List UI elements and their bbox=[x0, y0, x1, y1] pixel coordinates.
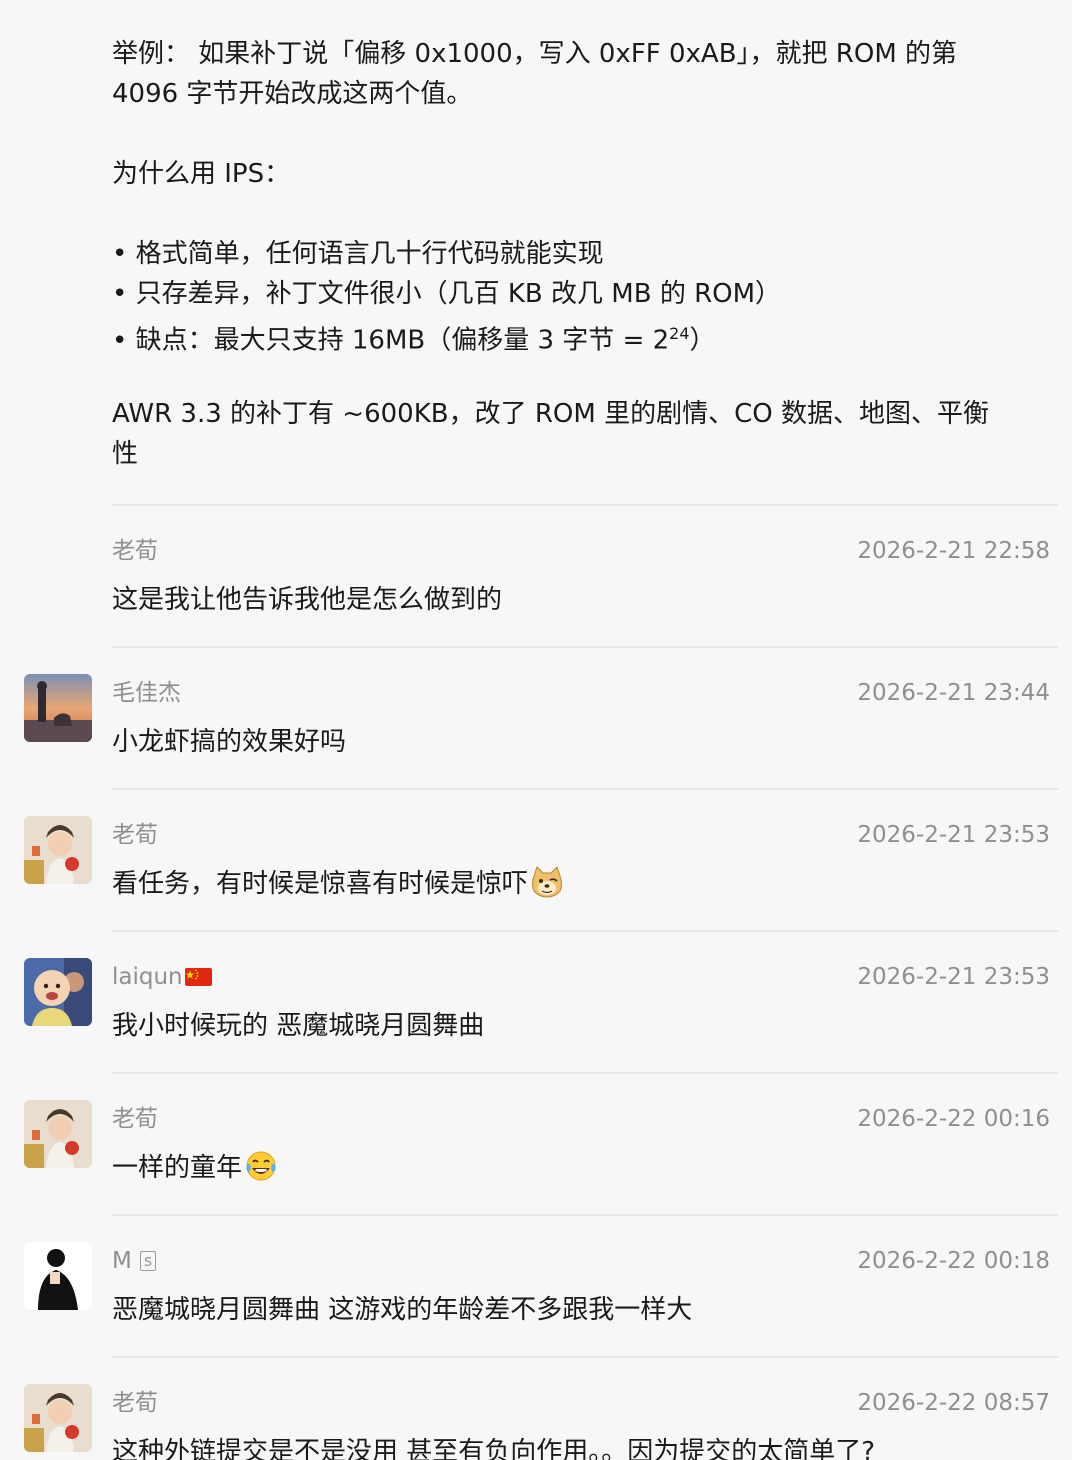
comment-text: 看任务，有时候是惊喜有时候是惊吓 bbox=[112, 866, 564, 908]
divider bbox=[112, 646, 1058, 648]
tears-of-joy-emoji bbox=[244, 1150, 278, 1192]
comment-text: 这种外链提交是不是没用 甚至有负向作用。。因为提交的太简单了? bbox=[112, 1437, 876, 1460]
girl-avatar bbox=[24, 1100, 92, 1168]
member-badge: s bbox=[139, 1251, 157, 1271]
baby-avatar bbox=[24, 958, 92, 1026]
awr-line-2: 性 bbox=[112, 439, 139, 469]
avatar[interactable] bbox=[24, 1100, 92, 1168]
timestamp: 2026-2-22 00:16 bbox=[857, 1106, 1050, 1132]
comment-text: 一样的童年 bbox=[112, 1150, 278, 1192]
comment-item: Ms 2026-2-22 00:18 恶魔城晓月圆舞曲 这游戏的年龄差不多跟我一… bbox=[0, 1224, 1072, 1366]
timestamp: 2026-2-22 08:57 bbox=[857, 1390, 1050, 1416]
example-line-2: 4096 字节开始改成这两个值。 bbox=[112, 79, 473, 109]
girl-avatar bbox=[24, 1384, 92, 1452]
avatar[interactable] bbox=[24, 674, 92, 742]
divider bbox=[112, 1356, 1058, 1358]
username-text: laiqun bbox=[112, 964, 183, 990]
comment-item: 老荀 2026-2-22 08:57 这种外链提交是不是没用 甚至有负向作用。。… bbox=[0, 1366, 1072, 1460]
avatar[interactable] bbox=[24, 1242, 92, 1310]
divider bbox=[112, 1072, 1058, 1074]
comment-item: 老荀 2026-2-21 23:53 看任务，有时候是惊喜有时候是惊吓 bbox=[0, 798, 1072, 940]
username[interactable]: Ms bbox=[112, 1246, 157, 1276]
comment-text-content: 一样的童年 bbox=[112, 1153, 243, 1183]
bullet-3-close: ） bbox=[689, 325, 716, 356]
comment-item: 老荀 2026-2-22 00:16 一样的童年 bbox=[0, 1082, 1072, 1224]
comment-item: 毛佳杰 2026-2-21 23:44 小龙虾搞的效果好吗 bbox=[0, 656, 1072, 798]
awr-line-1: AWR 3.3 的补丁有 ~600KB，改了 ROM 里的剧情、CO 数据、地图… bbox=[112, 399, 989, 429]
timestamp: 2026-2-21 23:53 bbox=[857, 822, 1050, 848]
comment-text: 小龙虾搞的效果好吗 bbox=[112, 727, 347, 757]
bullet-item: 只存差异，补丁文件很小（几百 KB 改几 MB 的 ROM） bbox=[112, 274, 781, 314]
username[interactable]: 毛佳杰 bbox=[112, 678, 181, 708]
example-line-1: 举例： 如果补丁说「偏移 0x1000，写入 0xFF 0xAB」，就把 ROM… bbox=[112, 39, 958, 69]
username[interactable]: 老荀 bbox=[112, 536, 158, 566]
divider bbox=[112, 504, 1058, 506]
girl-avatar bbox=[24, 816, 92, 884]
sunset-dog-avatar bbox=[24, 674, 92, 742]
divider bbox=[112, 788, 1058, 790]
exponent: 24 bbox=[669, 324, 690, 343]
username-text: M bbox=[112, 1248, 132, 1274]
bullet-item: 格式简单，任何语言几十行代码就能实现 bbox=[112, 234, 604, 274]
username[interactable]: 老荀 bbox=[112, 1388, 158, 1418]
comment-text: 恶魔城晓月圆舞曲 这游戏的年龄差不多跟我一样大 bbox=[112, 1295, 693, 1325]
avatar[interactable] bbox=[24, 1384, 92, 1452]
comment-text: 我小时候玩的 恶魔城晓月圆舞曲 bbox=[112, 1011, 485, 1041]
silhouette-avatar bbox=[24, 1242, 92, 1310]
china-flag-icon bbox=[184, 964, 212, 994]
bullet-item: 缺点：最大只支持 16MB（偏移量 3 字节 = 224） bbox=[112, 314, 716, 361]
divider bbox=[112, 930, 1058, 932]
doge-emoji bbox=[530, 866, 564, 908]
divider bbox=[112, 1214, 1058, 1216]
comment-thread: 举例： 如果补丁说「偏移 0x1000，写入 0xFF 0xAB」，就把 ROM… bbox=[0, 0, 1072, 1460]
timestamp: 2026-2-21 22:58 bbox=[857, 538, 1050, 564]
timestamp: 2026-2-21 23:53 bbox=[857, 964, 1050, 990]
username[interactable]: 老荀 bbox=[112, 1104, 158, 1134]
username[interactable]: laiqun bbox=[112, 962, 212, 994]
timestamp: 2026-2-22 00:18 bbox=[857, 1248, 1050, 1274]
avatar[interactable] bbox=[24, 816, 92, 884]
comment-item: laiqun 2026-2-21 23:53 我小时候玩的 恶魔城晓月圆舞曲 bbox=[0, 940, 1072, 1082]
comment-text-content: 看任务，有时候是惊喜有时候是惊吓 bbox=[112, 869, 529, 899]
why-ips-heading: 为什么用 IPS： bbox=[112, 159, 291, 189]
comment-item: 老荀 2026-2-21 22:58 这是我让他告诉我他是怎么做到的 bbox=[0, 514, 1072, 656]
bullet-3-text: 缺点：最大只支持 16MB（偏移量 3 字节 = 2 bbox=[135, 325, 670, 356]
avatar[interactable] bbox=[24, 958, 92, 1026]
comment-text: 这是我让他告诉我他是怎么做到的 bbox=[112, 585, 503, 615]
username[interactable]: 老荀 bbox=[112, 820, 158, 850]
timestamp: 2026-2-21 23:44 bbox=[857, 680, 1050, 706]
